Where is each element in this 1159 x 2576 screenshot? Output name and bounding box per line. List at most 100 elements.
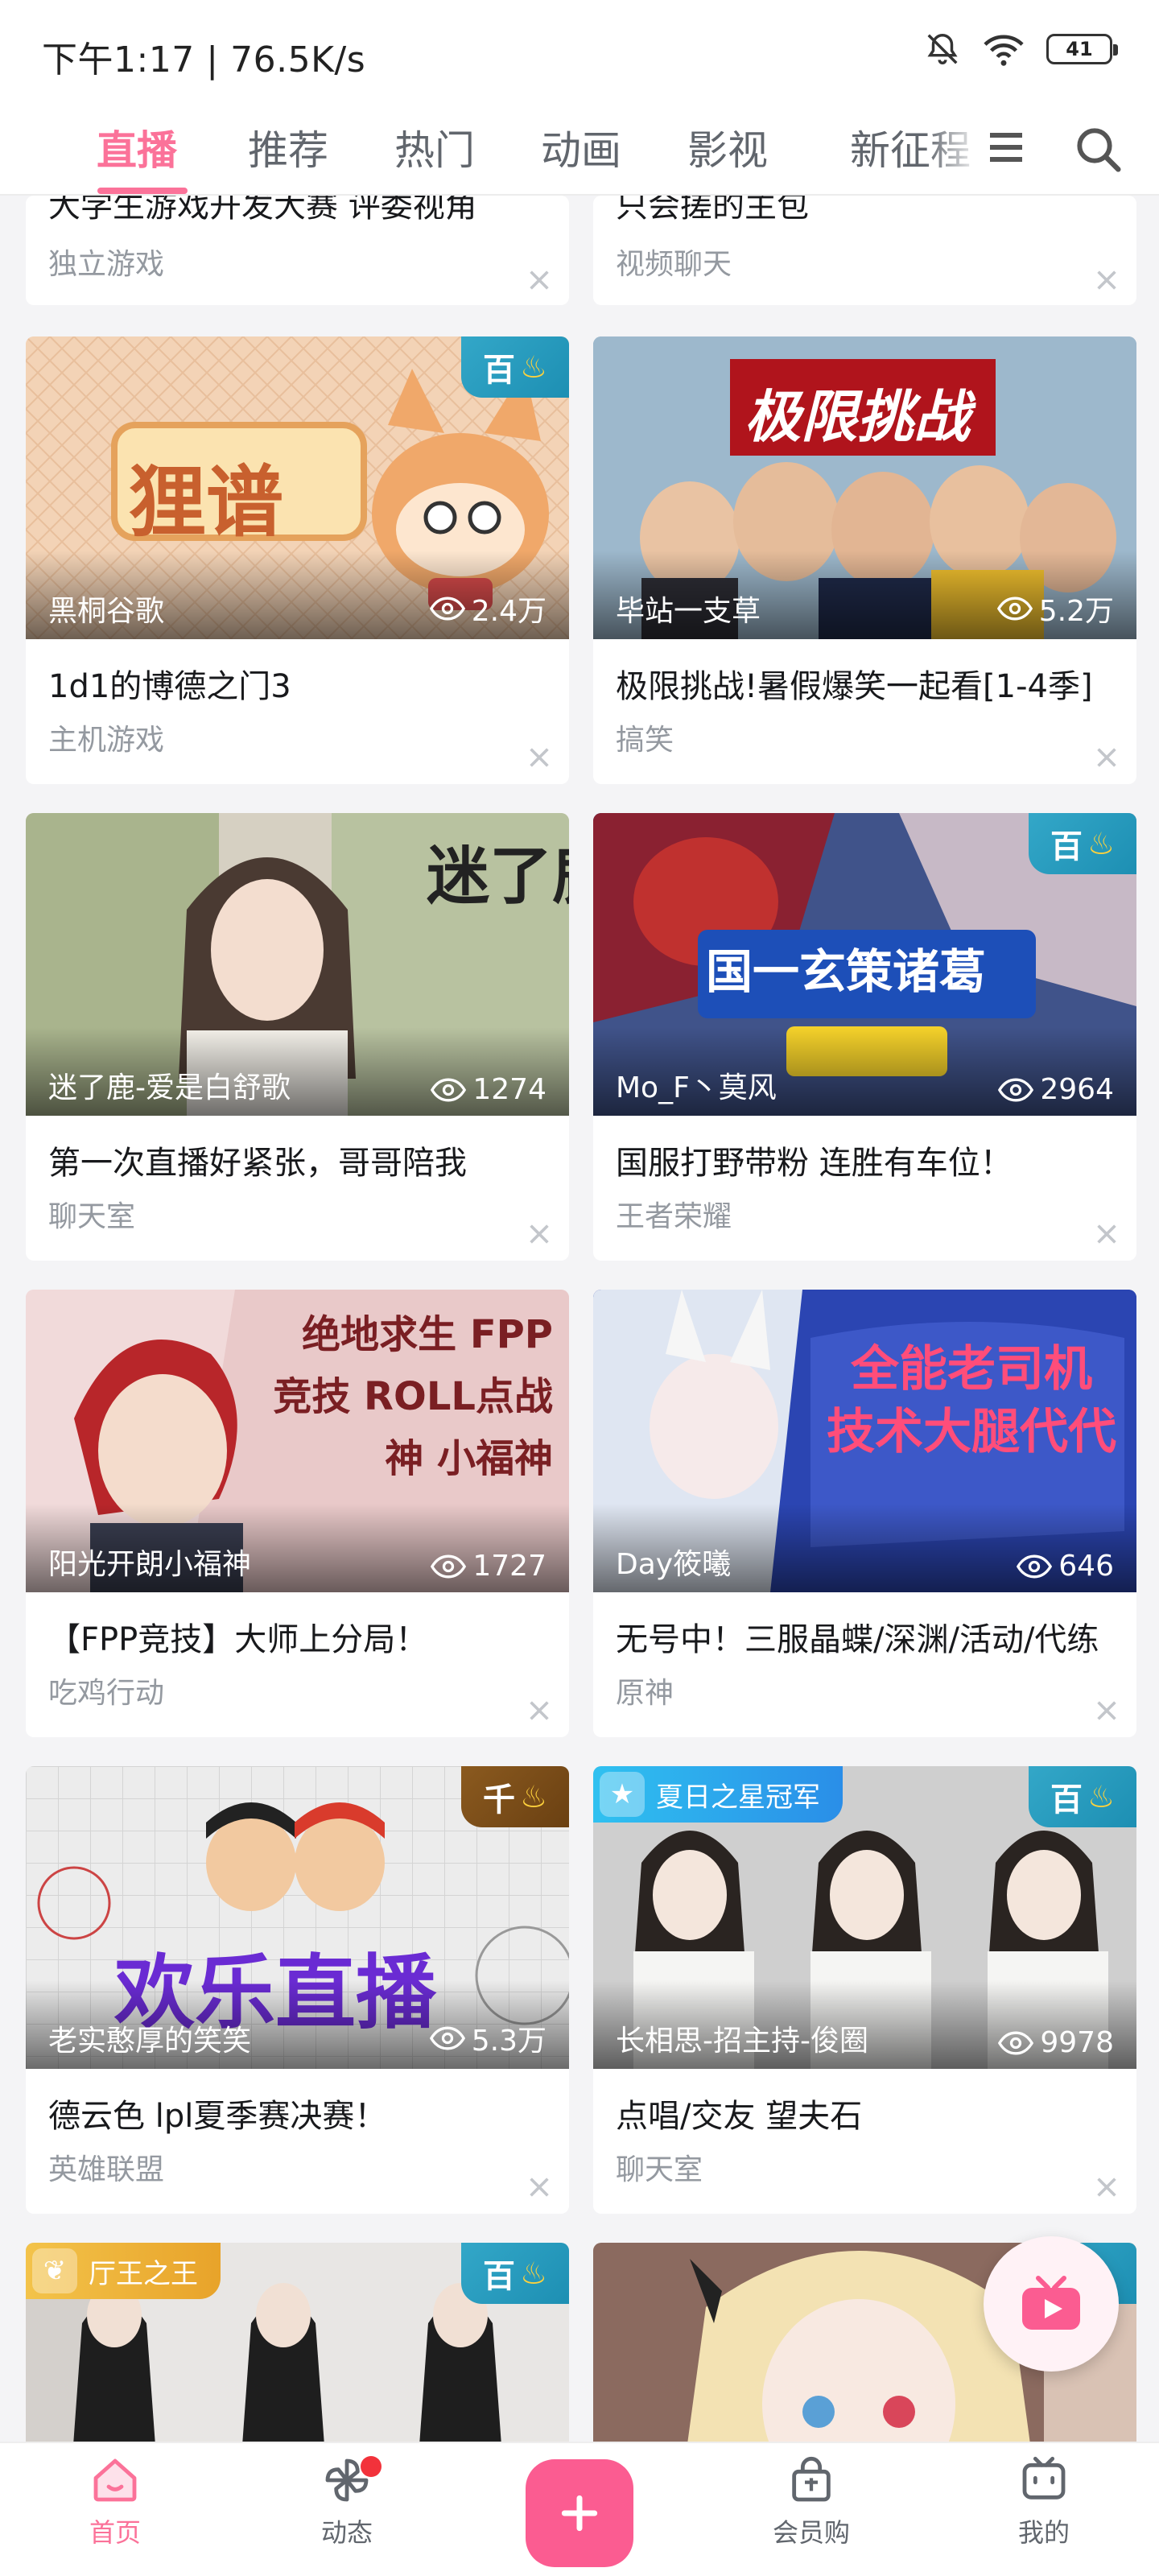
dismiss-icon[interactable] [1096,270,1117,291]
star-icon: ★ [600,1772,645,1817]
eye-icon [998,1078,1034,1101]
card-title: 1d1的博德之门3 [48,668,291,705]
live-card[interactable]: 狸谱 百 ♨ 黑桐谷歌 2.4万 1d1的博德之门3 主机游戏 [26,336,569,784]
card-title: 国服打野带粉 连胜有车位！ [616,1145,1013,1182]
cover-text: 国一玄策诸葛 [706,944,987,999]
cover-text: 狸谱 [129,457,283,547]
search-icon[interactable] [1072,123,1124,175]
cover-text: 全能老司机 技术大腿代代 [827,1341,1116,1460]
live-card[interactable]: ❦ 厅王之王 百 ♨ [26,2243,569,2442]
tab-recommend[interactable]: 推荐 [248,118,328,176]
nav-dynamic[interactable]: 动态 [287,2454,407,2549]
card-title: 【FPP竞技】大师上分局！ [48,1621,428,1658]
card-category[interactable]: 聊天室 [616,2146,703,2188]
honor-badge: ★ 夏日之星冠军 [593,1766,843,1823]
shopping-bag-icon [792,2457,831,2502]
nav-home[interactable]: 首页 [55,2454,175,2549]
card-category[interactable]: 主机游戏 [48,716,164,758]
live-card[interactable]: 迷了鹿 迷了鹿-爱是白舒歌 1274 第一次直播好紧张，哥哥陪我 聊天室 [26,813,569,1261]
card-category[interactable]: 吃鸡行动 [48,1670,164,1711]
honor-badge: ❦ 厅王之王 [26,2243,221,2299]
streamer-name: 黑桐谷歌 [48,595,165,628]
battery-icon: 41 [1046,34,1118,64]
nav-label: 会员购 [772,2517,850,2548]
live-card[interactable]: 欢乐直播 千♨ 老实憨厚的笑笑 5.3万 德云色 lpl夏季赛决赛！ 英雄联盟 [26,1766,569,2214]
eye-icon [429,597,465,621]
eye-icon [429,2026,465,2050]
streamer-name: Day筱曦 [616,1548,732,1581]
card-cover: ❦ 厅王之王 百 ♨ [26,2243,569,2442]
streamer-name: 长相思-招主持-俊圈 [616,2025,868,2058]
card-title: 点唱/交友 望夫石 [616,2098,863,2135]
streamer-name: 毕站一支草 [616,595,761,628]
viewer-count: 2.4万 [429,588,547,630]
dismiss-icon[interactable] [529,747,550,768]
streamer-name: Mo_F丶莫风 [616,1071,777,1104]
live-card[interactable]: ★ 夏日之星冠军 百 ♨ 长相思-招主持-俊圈 9978 点唱/交友 望夫石 聊天室 [593,1766,1136,2214]
card-title: 大学生游戏开发大赛 评委视角 [48,196,477,225]
bottom-nav: 首页 动态 会员购 我的 [0,2442,1159,2576]
card-title: 只会搓的主包 [616,196,809,225]
status-icons: 41 [924,31,1118,68]
live-card[interactable]: 国一玄策诸葛 百 ♨ Mo_F丶莫风 2964 国服打野带粉 连胜有车位！ 王者荣… [593,813,1136,1261]
card-cover: 极限挑战 毕站一支草 5.2万 [593,336,1136,639]
nav-label: 我的 [1017,2517,1070,2548]
dismiss-icon[interactable] [529,1700,550,1721]
dismiss-icon[interactable] [1096,1224,1117,1245]
menu-icon[interactable] [987,130,1025,165]
card-cover: 绝地求生 FPP竞技 ROLL点战神 小福神 阳光开朗小福神 1727 [26,1290,569,1592]
cover-text: 极限挑战 [744,384,970,450]
dismiss-icon[interactable] [529,1224,550,1245]
tab-indicator [97,188,188,194]
live-card[interactable]: 只会搓的主包 视频聊天 [593,196,1136,305]
status-time: 下午1:17 | 76.5K/s [42,39,366,80]
card-category[interactable]: 视频聊天 [616,241,732,283]
mute-bell-icon [927,34,958,64]
ranking-badge: 百♨ [1029,1766,1136,1827]
card-category[interactable]: 独立游戏 [48,241,164,283]
card-cover: 狸谱 百 ♨ 黑桐谷歌 2.4万 [26,336,569,639]
card-cover: 欢乐直播 千♨ 老实憨厚的笑笑 5.3万 [26,1766,569,2069]
live-card[interactable]: 极限挑战 毕站一支草 5.2万 极限挑战!暑假爆笑一起看[1-4季] 搞笑 [593,336,1136,784]
card-category[interactable]: 王者荣耀 [616,1193,732,1235]
dismiss-icon[interactable] [529,270,550,291]
dismiss-icon[interactable] [1096,1700,1117,1721]
tab-anime[interactable]: 动画 [541,118,621,176]
viewer-count: 1727 [431,1550,547,1583]
tab-film[interactable]: 影视 [687,118,768,176]
wifi-icon [984,35,1024,66]
dismiss-icon[interactable] [1096,747,1117,768]
viewer-count: 1274 [431,1073,547,1106]
tab-hot[interactable]: 热门 [394,118,475,176]
tv-face-icon [1022,2456,1066,2500]
live-card[interactable]: 全能老司机 技术大腿代代 Day筱曦 646 无号中！三服晶蝶/深渊/活动/代练… [593,1290,1136,1737]
nav-vip-shop[interactable]: 会员购 [751,2454,872,2549]
tab-live[interactable]: 直播 [97,118,177,176]
card-category[interactable]: 搞笑 [616,716,674,758]
card-category[interactable]: 英雄联盟 [48,2146,164,2188]
live-card[interactable]: 大学生游戏开发大赛 评委视角 独立游戏 [26,196,569,305]
eye-icon [996,597,1033,621]
dismiss-icon[interactable] [529,2177,550,2198]
nav-mine[interactable]: 我的 [984,2454,1104,2549]
eye-icon [431,1554,467,1578]
card-title: 德云色 lpl夏季赛决赛！ [48,2098,387,2135]
notification-dot [361,2456,382,2477]
nav-label: 动态 [320,2517,373,2548]
card-category[interactable]: 原神 [616,1670,674,1711]
streamer-name: 迷了鹿-爱是白舒歌 [48,1071,291,1104]
dismiss-icon[interactable] [1096,2177,1117,2198]
status-bar: 下午1:17 | 76.5K/s 41 [0,0,1159,101]
ranking-badge: 百♨ [461,336,569,398]
eye-icon [1017,1554,1053,1578]
plus-icon [561,2495,598,2532]
live-card[interactable]: 绝地求生 FPP竞技 ROLL点战神 小福神 阳光开朗小福神 1727 【FPP… [26,1290,569,1737]
card-title: 无号中！三服晶蝶/深渊/活动/代练 [616,1621,1099,1658]
eye-icon [998,2031,1034,2054]
publish-button[interactable] [526,2459,633,2567]
go-live-button[interactable] [984,2236,1119,2372]
tab-fade [926,101,982,194]
card-category[interactable]: 聊天室 [48,1193,135,1235]
card-title: 第一次直播好紧张，哥哥陪我 [48,1145,467,1182]
card-cover: 迷了鹿 迷了鹿-爱是白舒歌 1274 [26,813,569,1116]
